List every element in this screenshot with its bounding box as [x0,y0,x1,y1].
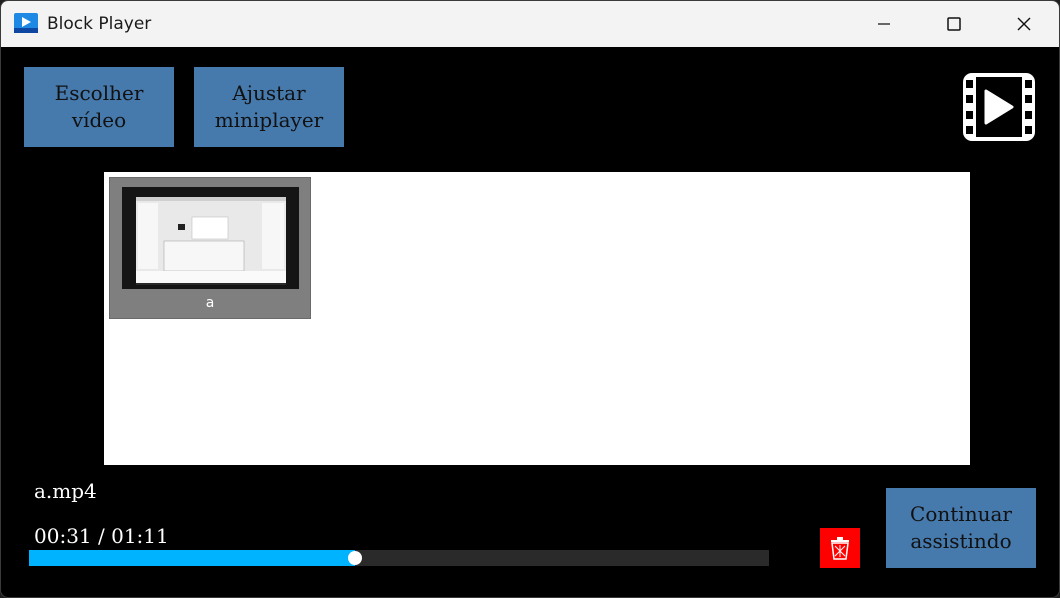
continue-watching-button[interactable]: Continuar assistindo [886,488,1036,568]
video-list: a [104,172,970,465]
trash-icon [831,537,849,560]
minimize-button[interactable] [849,1,919,47]
video-thumbnail-card[interactable]: a [109,177,311,319]
maximize-button[interactable] [919,1,989,47]
progress-handle[interactable] [348,551,362,565]
minimize-icon [878,23,890,25]
adjust-miniplayer-button[interactable]: Ajustar miniplayer [194,67,344,147]
close-button[interactable] [989,1,1059,47]
close-icon [1017,17,1031,31]
progress-bar[interactable] [29,550,769,566]
window-title: Block Player [47,14,152,34]
block-player-window: Block Player Escolher vídeo Ajustar mini… [0,0,1060,598]
progress-fill [29,550,355,566]
playback-time: 00:31 / 01:11 [34,524,169,548]
video-preview-image [122,187,299,289]
play-window-icon [14,13,38,33]
video-thumbnail-label: a [205,295,215,311]
film-play-icon [963,73,1035,141]
choose-video-button[interactable]: Escolher vídeo [24,67,174,147]
delete-button[interactable] [820,528,860,568]
title-bar[interactable]: Block Player [1,1,1059,47]
current-file-name: a.mp4 [34,479,97,503]
maximize-icon [947,17,961,31]
desktop-screenshot-preview [122,187,299,289]
